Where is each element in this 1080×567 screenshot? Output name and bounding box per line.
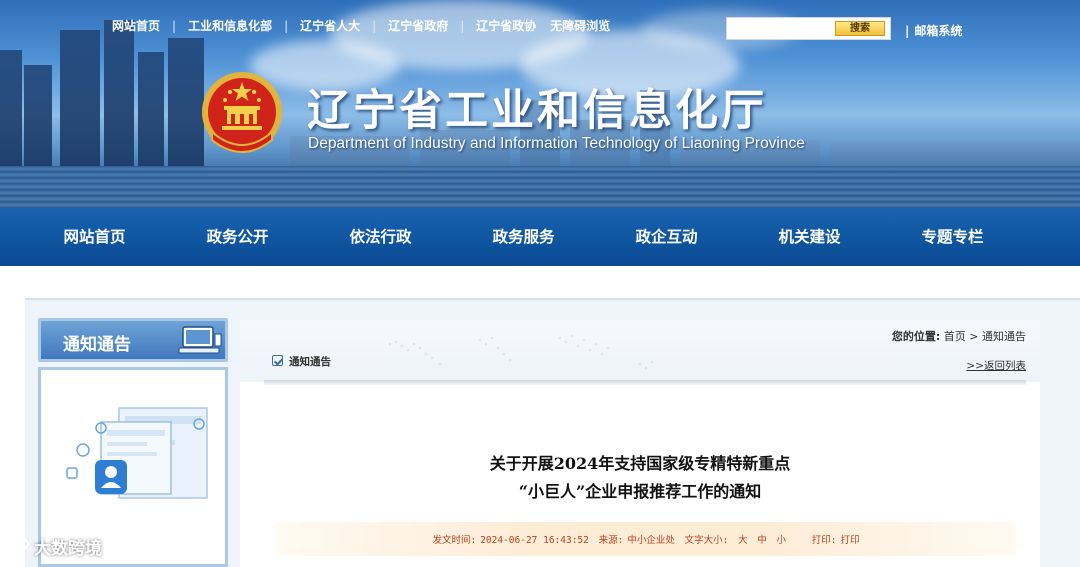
- font-size-medium-button[interactable]: 中: [757, 535, 767, 546]
- publish-label: 发文时间:: [432, 535, 477, 546]
- separator: |: [172, 18, 177, 33]
- font-size-label: 文字大小:: [684, 535, 729, 546]
- article-meta: 发文时间: 2024-06-27 16:43:52 来源: 中小企业处 文字大小: …: [276, 532, 1016, 546]
- source-label: 来源:: [598, 535, 624, 546]
- watermark-logo-icon: [9, 538, 29, 555]
- breadcrumb-home[interactable]: 首页: [944, 330, 966, 343]
- article-panel: 您的位置: 首页 > 通知通告 通知通告 >>返回列表 关于开展2024年支持国…: [240, 320, 1040, 567]
- section-tag: 通知通告: [272, 354, 331, 369]
- national-emblem-icon: [202, 72, 282, 153]
- toplink-government[interactable]: 辽宁省政府: [388, 17, 448, 34]
- document-illustration-icon: [66, 407, 208, 499]
- separator: |: [284, 18, 289, 33]
- toplink-home[interactable]: 网站首页: [112, 17, 160, 34]
- computer-icon: [178, 326, 222, 354]
- article-title: 关于开展2024年支持国家级专精特新重点 “小巨人”企业申报推荐工作的通知: [240, 450, 1040, 506]
- world-map-decoration-icon: [388, 334, 654, 370]
- search-button[interactable]: 搜索: [835, 21, 885, 36]
- main-nav: 网站首页 政务公开 依法行政 政务服务 政企互动 机关建设 专题专栏: [0, 208, 1080, 266]
- breadcrumb-current[interactable]: 通知通告: [982, 330, 1026, 343]
- top-links: 网站首页 | 工业和信息化部 | 辽宁省人大 | 辽宁省政府 | 辽宁省政协 无…: [112, 17, 610, 34]
- location-label: 您的位置:: [891, 330, 941, 343]
- checkbox-edit-icon: [272, 355, 283, 366]
- font-size-small-button[interactable]: 小: [777, 535, 787, 546]
- toplink-miit[interactable]: 工业和信息化部: [188, 17, 272, 34]
- separator: |: [372, 18, 377, 33]
- site-banner: 网站首页 | 工业和信息化部 | 辽宁省人大 | 辽宁省政府 | 辽宁省政协 无…: [0, 0, 1080, 208]
- separator: |: [460, 18, 465, 33]
- section-tag-label: 通知通告: [289, 356, 331, 368]
- nav-item-special-topics[interactable]: 专题专栏: [881, 208, 1024, 266]
- article-meta-bar: 发文时间: 2024-06-27 16:43:52 来源: 中小企业处 文字大小: …: [276, 522, 1016, 556]
- font-size-large-button[interactable]: 大: [738, 535, 748, 546]
- watermark-text: 大数跨境: [34, 539, 102, 559]
- sidebar-header: 通知通告: [38, 318, 228, 362]
- nav-item-law-admin[interactable]: 依法行政: [309, 208, 452, 266]
- toplink-cppcc[interactable]: 辽宁省政协: [476, 17, 536, 34]
- sidebar-title: 通知通告: [63, 335, 131, 355]
- search-input[interactable]: [731, 21, 831, 37]
- divider: [264, 380, 1026, 385]
- site-subtitle: Department of Industry and Information T…: [308, 135, 805, 152]
- nav-item-organ-building[interactable]: 机关建设: [738, 208, 881, 266]
- nav-item-gov-services[interactable]: 政务服务: [452, 208, 595, 266]
- panel-header: 您的位置: 首页 > 通知通告 通知通告 >>返回列表: [240, 320, 1040, 382]
- search-box: 搜索: [726, 17, 891, 40]
- print-button[interactable]: 打印: [841, 535, 860, 546]
- back-to-list-link[interactable]: >>返回列表: [966, 358, 1026, 373]
- article-title-line-1: 关于开展2024年支持国家级专精特新重点: [489, 454, 791, 473]
- mail-system-link[interactable]: 邮箱系统: [905, 22, 962, 39]
- breadcrumb: 您的位置: 首页 > 通知通告: [892, 328, 1026, 344]
- watermark: 大数跨境: [8, 534, 102, 559]
- publish-time: 2024-06-27 16:43:52: [480, 535, 589, 546]
- site-title: 辽宁省工业和信息化厅: [307, 86, 767, 136]
- breadcrumb-separator: >: [969, 330, 979, 343]
- article-title-line-2: “小巨人”企业申报推荐工作的通知: [518, 482, 762, 501]
- nav-item-interaction[interactable]: 政企互动: [595, 208, 738, 266]
- toplink-npc[interactable]: 辽宁省人大: [300, 17, 360, 34]
- nav-item-home[interactable]: 网站首页: [23, 208, 166, 266]
- toplink-accessibility[interactable]: 无障碍浏览: [550, 17, 610, 34]
- print-label: 打印:: [811, 535, 837, 546]
- nav-item-gov-affairs[interactable]: 政务公开: [166, 208, 309, 266]
- source-value: 中小企业处: [627, 535, 675, 546]
